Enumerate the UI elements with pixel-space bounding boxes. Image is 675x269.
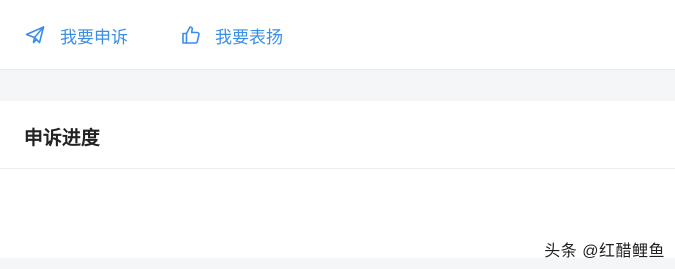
complain-button[interactable]: 我要申诉: [24, 22, 128, 48]
watermark-text: 头条 @红醋鲤鱼: [544, 243, 665, 260]
praise-button[interactable]: 我要表扬: [180, 22, 283, 48]
complain-label: 我要申诉: [60, 27, 128, 47]
action-bar: 我要申诉 我要表扬: [0, 0, 675, 70]
section-divider: [0, 70, 675, 101]
progress-title: 申诉进度: [24, 128, 101, 149]
progress-card: 申诉进度: [0, 101, 675, 258]
progress-header: 申诉进度: [0, 101, 675, 169]
thumbs-up-icon: [180, 24, 202, 46]
praise-label: 我要表扬: [215, 27, 283, 47]
paper-plane-icon: [24, 24, 46, 46]
